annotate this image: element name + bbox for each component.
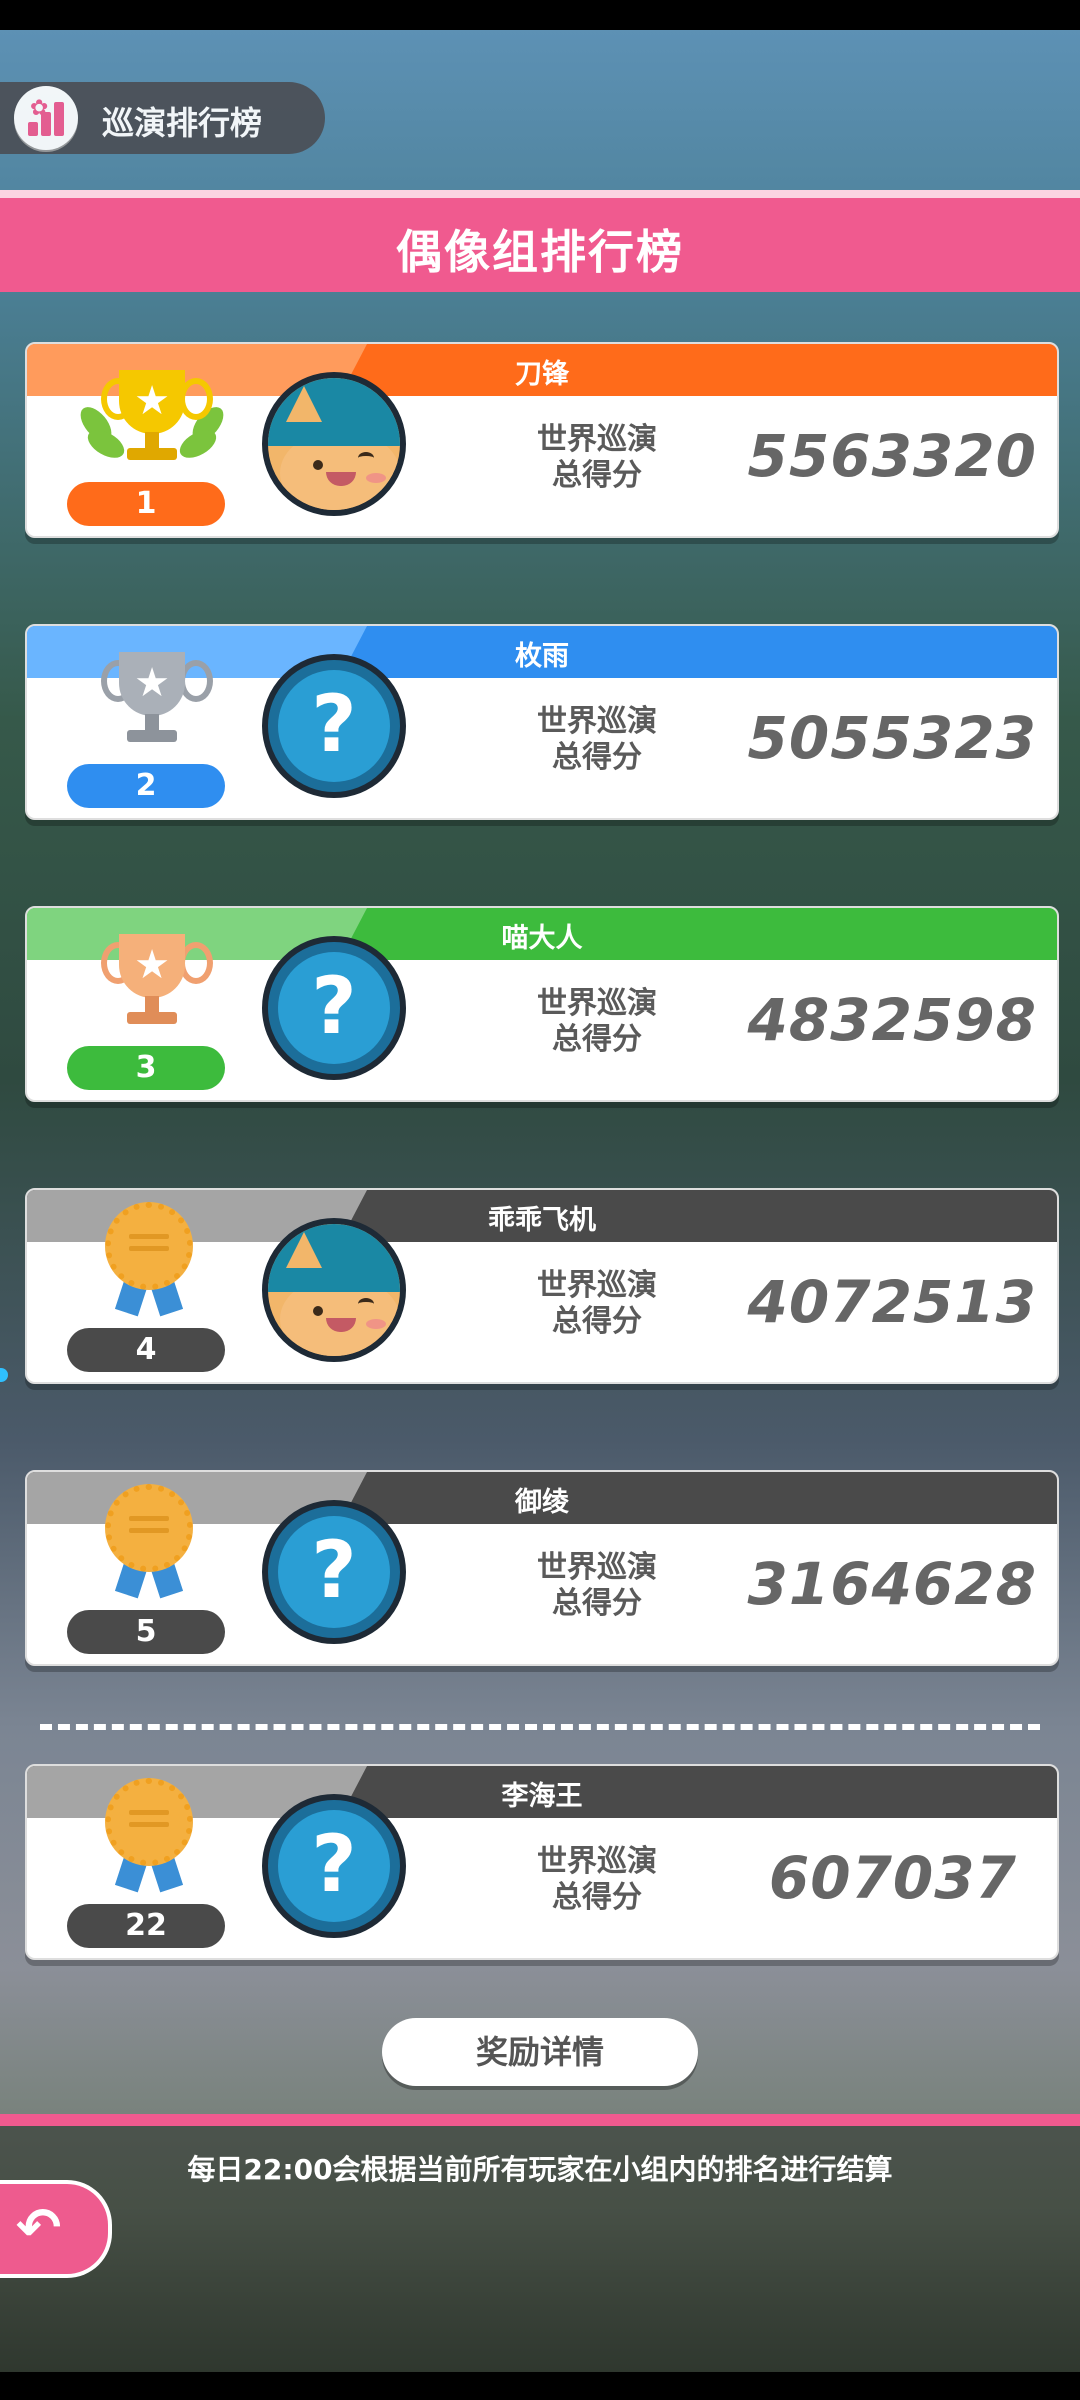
rank-badge: 4 <box>67 1328 225 1372</box>
score-label: 世界巡演 总得分 <box>537 986 657 1057</box>
rank-badge: 3 <box>67 1046 225 1090</box>
ranking-card-5[interactable]: 御绫 5 ? 世界巡演 总得分 3164628 <box>25 1470 1059 1666</box>
bronze-trophy-icon: ★ <box>67 928 237 1038</box>
score-label: 世界巡演 总得分 <box>537 1844 657 1915</box>
gold-trophy-icon: ★ <box>67 364 237 474</box>
side-indicator <box>0 1368 8 1382</box>
back-button[interactable]: ↶ <box>0 2180 112 2278</box>
ranking-card-4[interactable]: 乖乖飞机 4 世界巡演 总得分 4072513 <box>25 1188 1059 1384</box>
question-mark-avatar-icon[interactable]: ? <box>262 1794 406 1938</box>
status-bar <box>0 0 1080 30</box>
player-score: 3164628 <box>747 1550 1037 1618</box>
rank-badge: 5 <box>67 1610 225 1654</box>
player-score: 4832598 <box>747 986 1037 1054</box>
medal-icon <box>95 1776 205 1896</box>
settlement-notice: 每日22:00会根据当前所有玩家在小组内的排名进行结算 <box>187 2153 893 2186</box>
question-mark-avatar-icon[interactable]: ? <box>262 1500 406 1644</box>
ranking-card-self[interactable]: 李海王 22 ? 世界巡演 总得分 607037 <box>25 1764 1059 1960</box>
player-score: 5563320 <box>747 422 1037 490</box>
player-score: 5055323 <box>747 704 1037 772</box>
silver-trophy-icon: ★ <box>67 646 237 756</box>
question-mark-avatar-icon[interactable]: ? <box>262 654 406 798</box>
title-band: 偶像组排行榜 <box>0 190 1080 292</box>
medal-icon <box>95 1482 205 1602</box>
dashed-divider <box>40 1724 1040 1730</box>
tour-ranking-chip[interactable]: ✿ 巡演排行榜 <box>0 82 325 154</box>
reward-details-button[interactable]: 奖励详情 <box>382 2018 698 2086</box>
ranking-card-1[interactable]: 刀锋 ★ 1 世界巡演 总得分 5563320 <box>25 342 1059 538</box>
score-label: 世界巡演 总得分 <box>537 704 657 775</box>
score-label: 世界巡演 总得分 <box>537 1550 657 1621</box>
page-title: 偶像组排行榜 <box>396 225 684 279</box>
tour-ranking-label: 巡演排行榜 <box>102 104 263 142</box>
medal-icon <box>95 1200 205 1320</box>
bottom-pink-stripe <box>0 2114 1080 2126</box>
rank-badge: 2 <box>67 764 225 808</box>
ranking-chart-icon: ✿ <box>14 86 78 150</box>
ranking-card-2[interactable]: 枚雨 ★ 2 ? 世界巡演 总得分 5055323 <box>25 624 1059 820</box>
navigation-bar <box>0 2372 1080 2400</box>
player-score: 607037 <box>768 1844 1017 1912</box>
back-arrow-icon: ↶ <box>16 2196 62 2259</box>
rank-badge: 22 <box>67 1904 225 1948</box>
player-score: 4072513 <box>747 1268 1037 1336</box>
score-label: 世界巡演 总得分 <box>537 422 657 493</box>
cat-avatar-icon[interactable] <box>262 1218 406 1362</box>
cat-avatar-icon[interactable] <box>262 372 406 516</box>
score-label: 世界巡演 总得分 <box>537 1268 657 1339</box>
question-mark-avatar-icon[interactable]: ? <box>262 936 406 1080</box>
rank-badge: 1 <box>67 482 225 526</box>
ranking-card-3[interactable]: 喵大人 ★ 3 ? 世界巡演 总得分 4832598 <box>25 906 1059 1102</box>
